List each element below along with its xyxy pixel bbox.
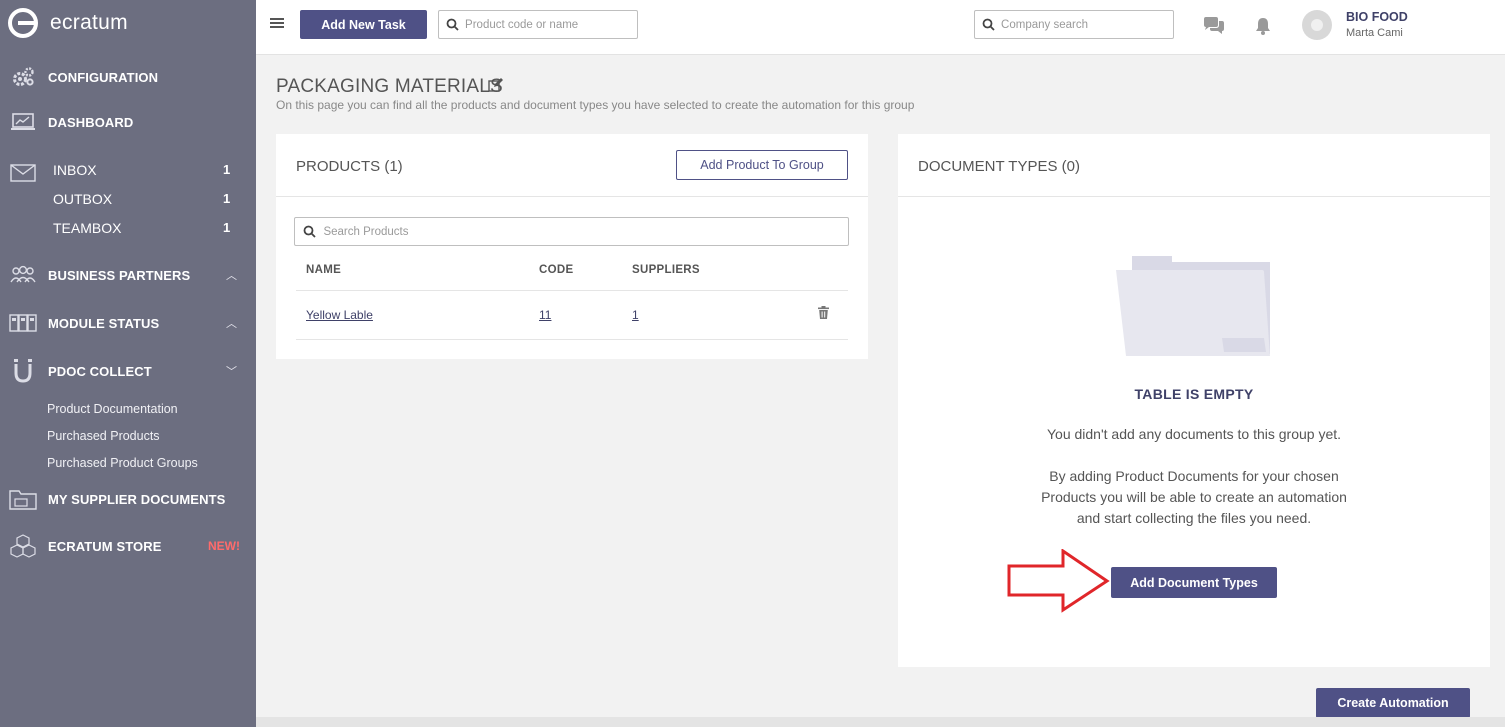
company-name[interactable]: BIO FOOD (1346, 10, 1408, 24)
sidebar-item-my-supplier-documents[interactable]: MY SUPPLIER DOCUMENTS (0, 486, 256, 512)
menu-toggle-icon[interactable] (270, 18, 284, 30)
divider (296, 339, 848, 340)
sidebar-link-purchased-product-groups[interactable]: Purchased Product Groups (47, 456, 198, 470)
divider (898, 196, 1490, 197)
trash-icon[interactable] (818, 306, 829, 324)
avatar[interactable] (1302, 10, 1332, 40)
new-badge: NEW! (208, 539, 240, 553)
sidebar-label: DASHBOARD (48, 114, 134, 130)
chevron-up-icon: ︿ (226, 318, 237, 330)
inbox-count: 1 (223, 162, 231, 177)
create-automation-button[interactable]: Create Automation (1316, 688, 1470, 718)
chevron-down-icon: ﹀ (226, 366, 237, 378)
company-search-input[interactable] (1001, 18, 1173, 31)
sidebar-item-dashboard[interactable]: DASHBOARD (0, 109, 256, 135)
gears-icon (9, 66, 37, 88)
modules-icon (9, 312, 37, 334)
laptop-chart-icon (9, 111, 37, 133)
products-card: PRODUCTS (1) Add Product To Group NAME C… (276, 134, 868, 359)
product-code-link[interactable]: 11 (539, 308, 551, 322)
sidebar-label: BUSINESS PARTNERS (48, 267, 191, 283)
sidebar-label: MODULE STATUS (48, 315, 160, 331)
sidebar-item-business-partners[interactable]: BUSINESS PARTNERS ︿ (0, 262, 256, 288)
search-icon (975, 18, 1001, 31)
logo-text: ecratum (50, 11, 128, 34)
add-product-to-group-button[interactable]: Add Product To Group (676, 150, 848, 180)
product-search[interactable] (438, 10, 638, 39)
sidebar-link-purchased-products[interactable]: Purchased Products (47, 429, 160, 443)
sidebar-link-product-documentation[interactable]: Product Documentation (47, 402, 178, 416)
sidebar-label: PDOC COLLECT (48, 363, 152, 379)
red-arrow-annotation (1007, 549, 1110, 613)
document-types-card: DOCUMENT TYPES (0) TABLE IS EMPTY You di… (898, 134, 1490, 667)
ecratum-logo-icon (8, 8, 38, 38)
chat-icon[interactable] (1203, 17, 1225, 40)
boxes-icon (9, 534, 37, 558)
sidebar-item-outbox[interactable]: OUTBOX (53, 191, 112, 207)
empty-folder-icon (1116, 256, 1270, 356)
product-name-link[interactable]: Yellow Lable (306, 308, 373, 322)
products-title: PRODUCTS (1) (296, 158, 403, 175)
empty-state-message: You didn't add any documents to this gro… (1046, 426, 1342, 442)
sidebar-item-module-status[interactable]: MODULE STATUS ︿ (0, 310, 256, 336)
column-header-name[interactable]: NAME (306, 264, 341, 276)
edit-icon[interactable] (488, 78, 504, 97)
top-bar: Add New Task BIO FOOD Marta Cami (256, 0, 1505, 55)
sidebar-item-configuration[interactable]: CONFIGURATION (0, 64, 256, 90)
search-icon (295, 225, 323, 238)
product-suppliers-link[interactable]: 1 (632, 308, 639, 322)
ecratum-logo[interactable]: ecratum (8, 8, 128, 38)
sidebar-label: MY SUPPLIER DOCUMENTS (48, 491, 226, 507)
page-title: PACKAGING MATERIALS (276, 76, 503, 97)
company-search[interactable] (974, 10, 1174, 39)
search-icon (439, 18, 465, 31)
column-header-code[interactable]: CODE (539, 264, 573, 276)
teambox-count: 1 (223, 220, 231, 235)
outbox-count: 1 (223, 191, 231, 206)
sidebar-label: CONFIGURATION (48, 69, 159, 85)
sidebar-item-pdoc-collect[interactable]: PDOC COLLECT ﹀ (0, 358, 256, 384)
sidebar-label: ECRATUM STORE (48, 538, 162, 554)
folder-document-icon (9, 488, 37, 510)
envelope-icon (9, 162, 37, 184)
chevron-up-icon: ︿ (226, 270, 237, 282)
people-icon (9, 264, 37, 286)
user-name: Marta Cami (1346, 27, 1403, 39)
sidebar: ecratum CONFIGURATION DASHBOARD INBOX 1 … (0, 0, 256, 727)
empty-state-description: By adding Product Documents for your cho… (1041, 468, 1347, 526)
bell-icon[interactable] (1255, 17, 1271, 40)
sidebar-item-teambox[interactable]: TEAMBOX (53, 220, 121, 236)
document-types-title: DOCUMENT TYPES (0) (918, 158, 1080, 175)
bottom-scroll-strip (256, 717, 1505, 727)
products-search[interactable] (294, 217, 849, 246)
column-header-suppliers[interactable]: SUPPLIERS (632, 264, 700, 276)
magnet-icon (9, 359, 37, 383)
empty-state-title: TABLE IS EMPTY (1134, 386, 1254, 402)
product-search-input[interactable] (465, 18, 637, 31)
divider (296, 290, 848, 291)
page-description: On this page you can find all the produc… (276, 98, 915, 112)
sidebar-item-ecratum-store[interactable]: ECRATUM STORE NEW! (0, 533, 256, 559)
divider (276, 196, 868, 197)
add-new-task-button[interactable]: Add New Task (300, 10, 427, 39)
add-document-types-button[interactable]: Add Document Types (1111, 567, 1277, 598)
products-search-input[interactable] (323, 225, 848, 238)
sidebar-item-inbox[interactable]: INBOX (53, 162, 97, 178)
